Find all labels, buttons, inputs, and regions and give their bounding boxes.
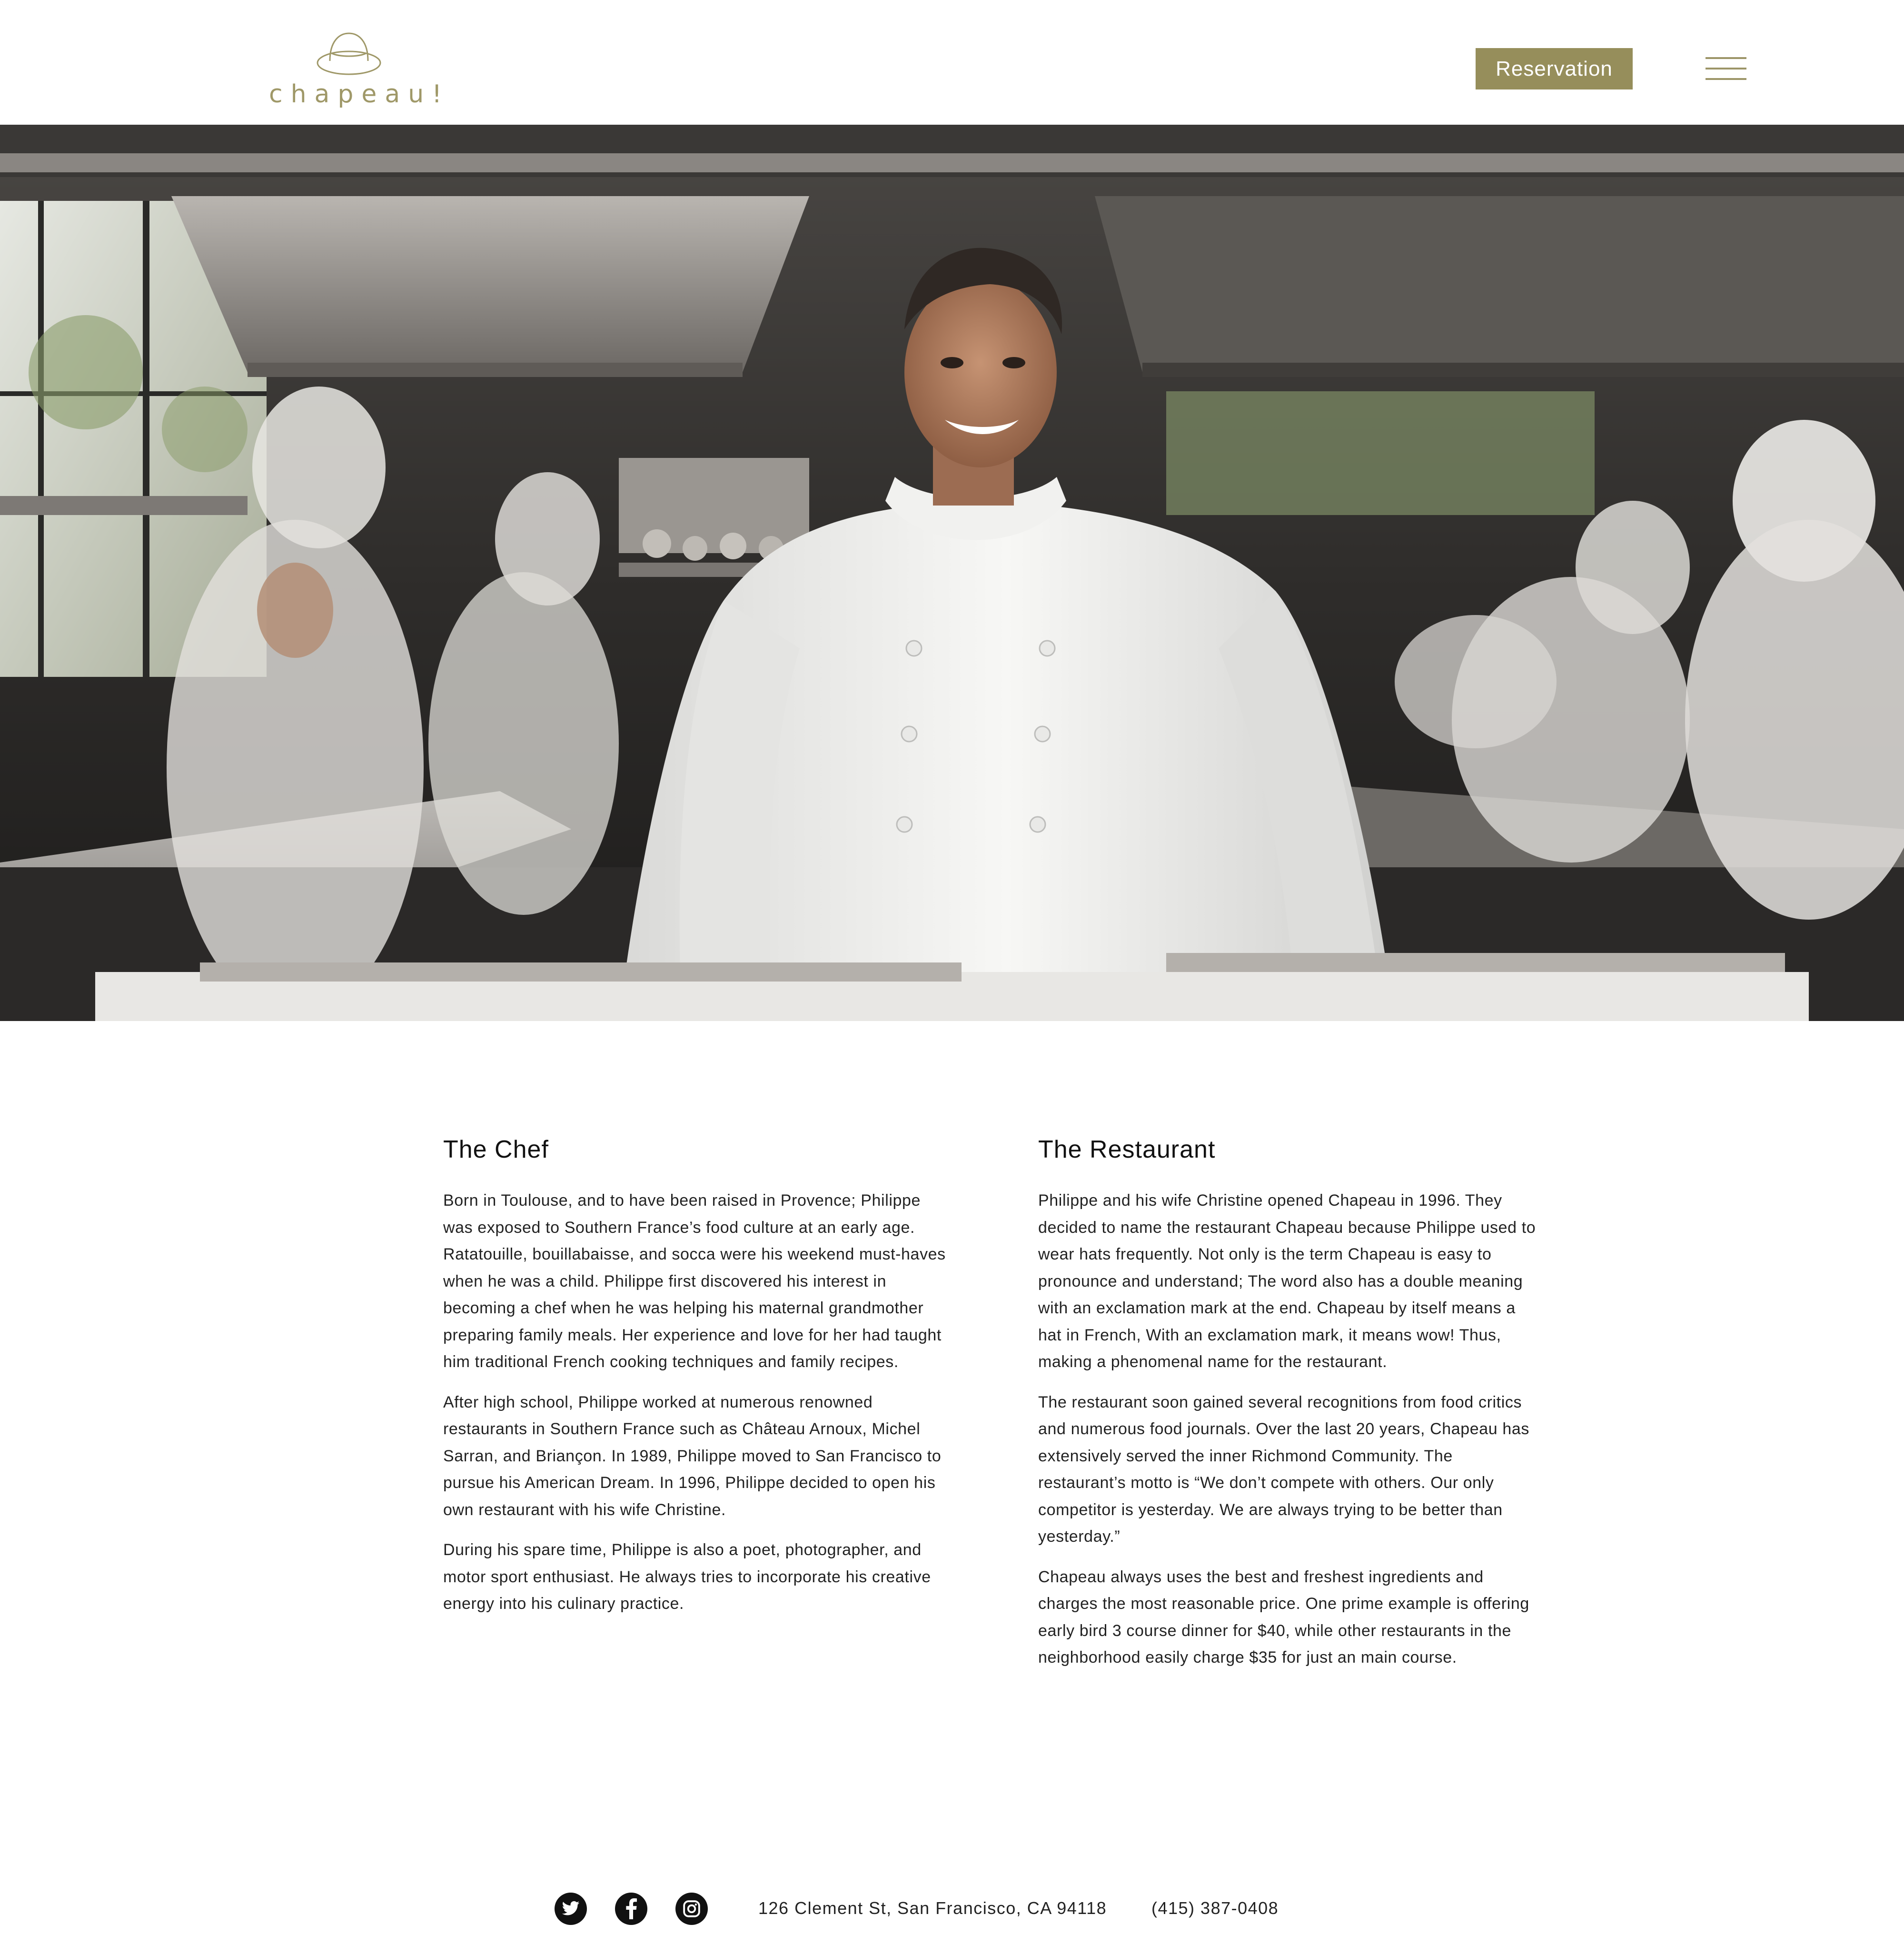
chef-heading: The Chef	[443, 1136, 549, 1163]
facebook-icon[interactable]	[615, 1893, 647, 1925]
address-text: 126 Clement St, San Francisco, CA 94118	[758, 1898, 1107, 1918]
restaurant-heading: The Restaurant	[1038, 1136, 1216, 1163]
chef-paragraph-3: During his spare time, Philippe is also …	[443, 1541, 931, 1613]
restaurant-paragraph-1: Philippe and his wife Christine opened C…	[1038, 1191, 1536, 1371]
site-footer: 126 Clement St, San Francisco, CA 94118 …	[0, 1890, 1904, 1928]
instagram-icon[interactable]	[675, 1893, 708, 1925]
chapeau-logo[interactable]: chapeau!	[269, 31, 450, 109]
chef-section: The Chef Born in Toulouse, and to have b…	[443, 1133, 948, 1631]
hamburger-menu-icon[interactable]	[1706, 57, 1746, 81]
restaurant-paragraph-2: The restaurant soon gained several recog…	[1038, 1393, 1529, 1546]
facebook-f-glyph	[626, 1898, 637, 1919]
chef-paragraph-1: Born in Toulouse, and to have been raise…	[443, 1191, 946, 1371]
site-header: chapeau! Reservation	[0, 0, 1904, 125]
phone-text[interactable]: (415) 387-0408	[1151, 1895, 1279, 1921]
twitter-bird-glyph	[562, 1901, 580, 1915]
hat-logo-icon	[317, 32, 381, 75]
logo-wordmark: chapeau!	[269, 80, 450, 109]
twitter-icon[interactable]	[555, 1893, 587, 1925]
restaurant-section: The Restaurant Philippe and his wife Chr…	[1038, 1133, 1543, 1685]
restaurant-paragraph-3: Chapeau always uses the best and freshes…	[1038, 1567, 1529, 1667]
hero-chef-photo	[0, 125, 1904, 1021]
chef-kitchen-image	[0, 125, 1904, 1021]
instagram-camera-glyph	[683, 1900, 700, 1917]
reservation-button[interactable]: Reservation	[1476, 48, 1633, 89]
chef-paragraph-2: After high school, Philippe worked at nu…	[443, 1393, 942, 1519]
